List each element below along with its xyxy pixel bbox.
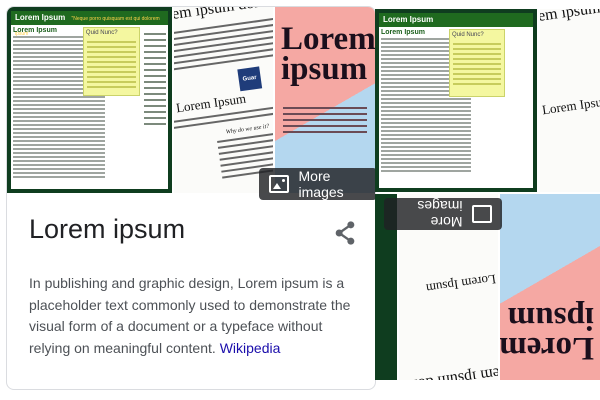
knowledge-panel: Lorem Ipsum "Neque porro quisquam est qu… [6,6,376,390]
duplicate-image-area: Lorem Ipsum Lorem Ipsum Quid Nunc? Lorem… [375,0,600,400]
dup-site-box-title: Quid Nunc? [452,32,484,38]
image-thumbnail-website[interactable]: Lorem Ipsum "Neque porro quisquam est qu… [7,7,172,193]
dup-image-icon [472,205,492,223]
paper-logo: Guar [237,66,263,92]
panel-title: Lorem ipsum [29,214,186,244]
share-icon [335,221,355,245]
site-side-links [144,29,166,129]
dup-site-thumbnail: Lorem Ipsum Lorem Ipsum Quid Nunc? [375,9,537,192]
image-icon [269,175,289,193]
image-thumbnail-poster[interactable]: Lorem ipsum [275,7,375,193]
image-thumbnail-paper[interactable]: Lorem ipsum dolor Guar Lorem Ipsum Why d… [174,7,273,193]
more-images-label: More images [298,168,344,200]
share-button[interactable] [331,219,359,247]
more-images-button[interactable]: More images [259,168,375,200]
dup-more-images: More images [384,198,502,230]
dup-paper-headline-2: Lorem ipsum dolor [399,360,498,380]
dup-paper-thumbnail: Lorem ipsum dolor Lorem Ipsum [540,9,600,192]
site-sidebar-box: Quid Nunc? [82,27,140,97]
dup-mirrored-row: Lorem ipsum Lorem ipsum dolor Lorem Ipsu… [375,194,600,380]
panel-description: In publishing and graphic design, Lorem … [29,273,364,359]
dup-paper-subhead-2: Lorem Ipsum [425,271,497,297]
site-header-title: Lorem Ipsum [15,13,66,22]
dup-more-images-label: More images [417,198,463,230]
dup-poster-line-2: ipsum [507,300,594,336]
poster-line-2: ipsum [281,51,368,87]
wikipedia-link[interactable]: Wikipedia [220,340,281,356]
dup-paper-subhead: Lorem Ipsum [541,92,600,118]
dup-site-header: Lorem Ipsum [383,15,434,24]
site-box-title: Quid Nunc? [85,30,118,36]
dup-paper-headline: Lorem ipsum dolor [540,9,600,29]
description-text: In publishing and graphic design, Lorem … [29,275,351,356]
